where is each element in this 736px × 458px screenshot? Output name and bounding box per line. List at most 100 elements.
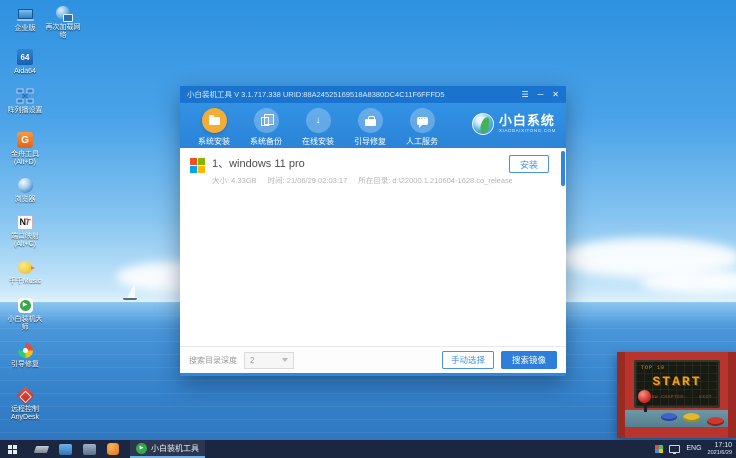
yellow-bird-icon bbox=[16, 258, 34, 276]
app-icon bbox=[59, 444, 72, 455]
app-icon bbox=[83, 444, 96, 455]
pinwheel-icon bbox=[16, 341, 34, 359]
tab-system-backup[interactable]: 系统备份 bbox=[240, 108, 292, 147]
close-icon[interactable]: ✕ bbox=[552, 91, 559, 99]
sailboat bbox=[127, 283, 135, 298]
nt-icon: NT bbox=[16, 213, 34, 231]
tab-label: 在线安装 bbox=[302, 136, 334, 147]
window-bottom-strip bbox=[180, 373, 566, 376]
tray-time: 17:10 bbox=[714, 442, 732, 450]
desktop-icon-label: 浏览器 bbox=[15, 196, 36, 204]
tab-label: 人工服务 bbox=[406, 136, 438, 147]
sailboat-hull bbox=[123, 298, 137, 300]
chat-bubble-icon: ⋯ bbox=[410, 108, 435, 133]
tray-colors-icon[interactable] bbox=[655, 445, 663, 453]
windows-start-icon bbox=[8, 445, 17, 454]
taskbar-item-1[interactable] bbox=[35, 446, 48, 453]
tab-system-install[interactable]: 系统安装 bbox=[188, 108, 240, 147]
tray-clock[interactable]: 17:10 2021/6/29 bbox=[708, 442, 732, 456]
xiaobai-app-icon: ▶ bbox=[136, 443, 147, 454]
browser-sphere-icon bbox=[16, 176, 34, 194]
desktop-icon-label: 端口映射 (Alt+C) bbox=[11, 233, 39, 250]
image-time: 时间: 21/06/29 02:03:17 bbox=[268, 175, 348, 186]
desktop-icon-label: 金舟工具 (Alt+D) bbox=[11, 151, 39, 168]
install-button[interactable]: 安装 bbox=[509, 155, 549, 173]
g-tool-icon: G bbox=[16, 131, 34, 149]
desktop-icon-anydesk[interactable]: 远程控制 AnyDesk bbox=[2, 386, 48, 423]
app-icon bbox=[34, 446, 49, 453]
desktop-icon-music[interactable]: 千千Music bbox=[2, 258, 48, 286]
desktop-icon-port-mapping[interactable]: NT 端口映射 (Alt+C) bbox=[2, 213, 48, 250]
brand-name: 小白系统 bbox=[499, 114, 556, 127]
taskbar-item-4[interactable] bbox=[107, 443, 119, 455]
image-size: 大小: 4.33GB bbox=[212, 175, 257, 186]
desktop-icon-browser[interactable]: 浏览器 bbox=[2, 176, 48, 204]
taskbar-running-app[interactable]: ▶ 小白装机工具 bbox=[130, 440, 205, 458]
network-topology-icon bbox=[16, 87, 34, 105]
tab-manual-service[interactable]: ⋯ 人工服务 bbox=[396, 108, 448, 147]
desktop-icon-label: 远程控制 AnyDesk bbox=[11, 406, 39, 423]
image-title: 1、windows 11 pro bbox=[212, 155, 512, 171]
toolbox-icon bbox=[358, 108, 383, 133]
system-tray: ENG 17:10 2021/6/29 bbox=[655, 442, 736, 456]
desktop-icon-label: 小白装机大 师 bbox=[8, 316, 43, 333]
download-icon: ↓ bbox=[306, 108, 331, 133]
desktop-icon-reload-network[interactable]: 再次加载网 络 bbox=[40, 4, 86, 41]
window-title: 小白装机工具 V 3.1.717.338 URID:88A24525169518… bbox=[187, 89, 445, 100]
arcade-start-text: START bbox=[636, 374, 718, 389]
desktop-icon-gtool[interactable]: G 金舟工具 (Alt+D) bbox=[2, 131, 48, 168]
chevron-down-icon bbox=[282, 358, 288, 362]
brand-logo-group: 小白系统 XIAOBAIXITONG.COM bbox=[472, 113, 556, 135]
tab-label: 系统备份 bbox=[250, 136, 282, 147]
app-icon bbox=[107, 443, 119, 455]
taskbar-item-2[interactable] bbox=[59, 444, 72, 455]
tab-online-install[interactable]: ↓ 在线安装 bbox=[292, 108, 344, 147]
manual-select-button[interactable]: 手动选择 bbox=[442, 351, 494, 369]
search-depth-select[interactable]: 2 bbox=[244, 352, 294, 369]
brand-domain: XIAOBAIXITONG.COM bbox=[499, 129, 556, 134]
app-window: 小白装机工具 V 3.1.717.338 URID:88A24525169518… bbox=[180, 86, 566, 376]
tray-monitor-icon[interactable] bbox=[669, 445, 680, 453]
network-globe-icon bbox=[54, 4, 72, 22]
arcade-top-text: TOP 10 bbox=[641, 365, 665, 371]
install-folder-icon bbox=[202, 108, 227, 133]
tray-language[interactable]: ENG bbox=[686, 445, 701, 452]
laptop-icon bbox=[16, 5, 34, 23]
desktop-icon-xiaobai[interactable]: ▶ 小白装机大 师 bbox=[2, 296, 48, 333]
minimize-icon[interactable]: ─ bbox=[538, 91, 544, 99]
windows-logo-icon bbox=[190, 158, 205, 186]
joystick-ball[interactable] bbox=[638, 390, 651, 403]
desktop-icon-label: 再次加载网 络 bbox=[46, 24, 81, 41]
menu-icon[interactable]: ☰ bbox=[521, 91, 528, 99]
backup-copy-icon bbox=[254, 108, 279, 133]
arcade-menu-exit: EXIT bbox=[699, 395, 712, 400]
arcade-button-blue[interactable] bbox=[661, 413, 677, 421]
desktop-icon-label: 引导修复 bbox=[11, 361, 39, 369]
scrollbar[interactable] bbox=[561, 151, 565, 186]
desktop-icon-label: 千千Music bbox=[9, 278, 41, 286]
search-depth-value: 2 bbox=[250, 356, 254, 365]
arcade-machine-widget[interactable]: TOP 10 START ► NEW CHAPTER EXIT bbox=[617, 352, 736, 438]
desktop-icon-label: 阵列播设置 bbox=[8, 107, 43, 115]
desktop-icon-array-settings[interactable]: 阵列播设置 bbox=[2, 87, 48, 115]
xiaobai-logo-icon bbox=[472, 113, 494, 135]
desktop-icon-aida64[interactable]: 64 Aida64 bbox=[2, 48, 48, 76]
image-dir: 所在目录: d:\22000.1.210604-1628.co_release_… bbox=[358, 175, 512, 186]
window-titlebar[interactable]: 小白装机工具 V 3.1.717.338 URID:88A24525169518… bbox=[180, 86, 566, 103]
tab-boot-repair[interactable]: 引导修复 bbox=[344, 108, 396, 147]
taskbar-item-3[interactable] bbox=[83, 444, 96, 455]
taskbar-app-label: 小白装机工具 bbox=[151, 443, 199, 454]
arcade-button-yellow[interactable] bbox=[683, 413, 700, 422]
search-image-button[interactable]: 搜索镜像 bbox=[501, 351, 557, 369]
xiaobai-play-icon: ▶ bbox=[16, 296, 34, 314]
start-button[interactable] bbox=[0, 440, 24, 458]
list-item[interactable]: 1、windows 11 pro 大小: 4.33GB 时间: 21/06/29… bbox=[180, 148, 566, 186]
tray-date: 2021/6/29 bbox=[708, 450, 732, 456]
image-list: 1、windows 11 pro 大小: 4.33GB 时间: 21/06/29… bbox=[180, 148, 566, 346]
nav-bar: 系统安装 系统备份 ↓ 在线安装 引导修复 ⋯ 人工服务 bbox=[180, 103, 566, 148]
arcade-button-red[interactable] bbox=[707, 417, 724, 426]
desktop-icon-boot-repair[interactable]: 引导修复 bbox=[2, 341, 48, 369]
desktop-icon-label: 企业版 bbox=[15, 25, 36, 33]
arcade-pillar bbox=[728, 352, 736, 438]
tab-label: 引导修复 bbox=[354, 136, 386, 147]
